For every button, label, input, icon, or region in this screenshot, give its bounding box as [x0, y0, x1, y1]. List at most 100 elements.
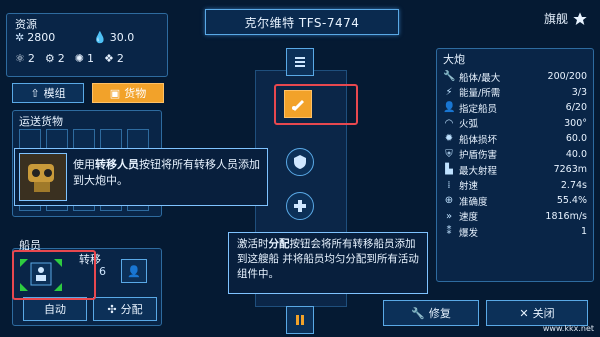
stat-row: ⛨ 护盾伤害 40.0 [437, 147, 593, 163]
credits-value: 2800 [27, 31, 56, 44]
assign-icon: ✣ [107, 302, 117, 316]
molecule-icon: ❖ [103, 52, 114, 65]
cannon-highlight [274, 84, 358, 125]
stat-label: 速度 [459, 212, 479, 224]
assign-label: 分配 [120, 303, 143, 316]
star-icon [573, 11, 587, 25]
resource-count-1: 2 [27, 52, 35, 65]
transfer-tooltip: 使用转移人员按钮将所有转移人员添加到大炮中。 [14, 148, 268, 206]
stat-row: ▙ 最大射程 7263m [437, 162, 593, 178]
stat-value: 60.0 [565, 133, 587, 145]
stat-value: 40.0 [565, 148, 587, 160]
stat-label: 最大射程 [459, 165, 498, 177]
stat-row: 👤 指定船员 6/20 [437, 100, 593, 116]
cannon-stats-panel: 大炮 🔧 船体/最大 200/200 ⚡ 能量/所需 3/3 👤 指定船员 6/20 ◠ 火弧… [436, 48, 594, 282]
box-icon: ▣ [109, 86, 121, 100]
module-top[interactable] [286, 48, 314, 76]
stat-value: 300° [564, 117, 587, 129]
watermark: www.kkx.net [542, 324, 594, 333]
module-shield[interactable] [286, 148, 314, 176]
repair-label: 修复 [428, 307, 451, 320]
auto-button[interactable]: 自动 [23, 297, 87, 321]
bolt-icon: ⚡ [445, 86, 453, 98]
stat-label: 船体损坏 [459, 134, 498, 146]
stack-icon [295, 57, 305, 67]
pause-icon [296, 315, 304, 325]
stat-label: 爆发 [459, 227, 479, 239]
fuel-value: 30.0 [109, 31, 135, 44]
stat-value: 55.4% [556, 195, 587, 207]
resource-count-4: 2 [116, 52, 124, 65]
module-medbay[interactable] [286, 192, 314, 220]
assign-button[interactable]: ✣ 分配 [93, 297, 157, 321]
close-button[interactable]: ✕ 关闭 [486, 300, 588, 326]
stat-label: 护盾伤害 [459, 150, 498, 162]
ship-title-text: 克尔维特 TFS-7474 [244, 15, 360, 30]
close-icon: ✕ [519, 306, 529, 320]
add-crew-button[interactable]: 👤 [121, 259, 147, 283]
stat-row: ✹ 船体损坏 60.0 [437, 131, 593, 147]
tip-transfer-prefix: 使用 [73, 158, 95, 171]
stat-value: 6/20 [565, 102, 587, 114]
range-icon: ▙ [445, 164, 453, 176]
burst-icon: ✹ [444, 133, 454, 145]
burst2-icon: ⁑ [446, 226, 452, 238]
orbit-icon: ✺ [74, 52, 84, 65]
robot-icon [28, 164, 54, 192]
transfer-highlight [12, 250, 96, 300]
tip-transfer-bold: 转移人员 [95, 158, 139, 171]
arc-icon: ◠ [444, 117, 454, 129]
tab-modules[interactable]: ⇧ 模组 [12, 83, 84, 103]
stat-label: 火弧 [459, 119, 479, 131]
fuel-icon: 💧 [93, 31, 107, 44]
credits-icon: ✲ [15, 31, 25, 44]
tip-assign-bold: 分配 [268, 238, 290, 250]
stat-label: 能量/所需 [459, 88, 501, 100]
stat-row: ⁑ 爆发 1 [437, 224, 593, 240]
stat-row: ◠ 火弧 300° [437, 116, 593, 132]
assign-tooltip: 激活时分配按钮会将所有转移船员添加到这艘船 并将船员均匀分配到所有活动组件中。 [228, 232, 428, 294]
ship-title: 克尔维特 TFS-7474 [205, 9, 399, 35]
resources-panel: 资源 ✲ 2800 💧 30.0 ⚛ 2 ⚙ 2 ✺ 1 ❖ 2 [6, 13, 168, 77]
stat-label: 射速 [459, 181, 479, 193]
stat-label: 船体/最大 [459, 72, 501, 84]
module-bottom[interactable] [286, 306, 314, 334]
robot-portrait [19, 153, 67, 201]
shield-module-icon [294, 155, 306, 169]
stat-value: 1816m/s [545, 210, 587, 222]
atom-icon: ⚛ [15, 52, 25, 65]
stat-row: ⊕ 准确度 55.4% [437, 193, 593, 209]
target-icon: ⊕ [444, 195, 454, 207]
stat-row: » 速度 1816m/s [437, 209, 593, 225]
stat-label: 指定船员 [459, 103, 498, 115]
gear-icon: ⚙ [44, 52, 55, 65]
repair-icon: 🔧 [411, 306, 425, 320]
stat-row: 🔧 船体/最大 200/200 [437, 69, 593, 85]
plus-icon [294, 200, 306, 212]
stat-row: ⚡ 能量/所需 3/3 [437, 85, 593, 101]
add-person-icon: 👤 [127, 264, 141, 278]
close-label: 关闭 [532, 307, 555, 320]
crew-transfer-digit: 6 [99, 265, 106, 278]
stat-row: ⁞ 射速 2.74s [437, 178, 593, 194]
speed-icon: » [445, 210, 453, 222]
tab-bar: ⇧ 模组 ▣ 货物 [12, 83, 164, 103]
stat-value: 7263m [553, 164, 587, 176]
stat-value: 2.74s [560, 179, 587, 191]
auto-label: 自动 [44, 303, 66, 316]
resources-label: 资源 [15, 18, 37, 31]
stat-value: 200/200 [547, 71, 587, 83]
tab-modules-label: 模组 [43, 87, 66, 100]
cargo-label: 运送货物 [19, 115, 63, 128]
tab-cargo[interactable]: ▣ 货物 [92, 83, 164, 103]
resource-count-3: 1 [86, 52, 94, 65]
stats-title: 大炮 [443, 53, 465, 66]
wrench-icon: 🔧 [443, 71, 456, 83]
flagship-label: 旗舰 [543, 12, 568, 26]
person-icon: 👤 [443, 102, 456, 114]
stat-value: 1 [580, 226, 587, 238]
stat-value: 3/3 [571, 86, 587, 98]
flagship-indicator[interactable]: 旗舰 [544, 10, 588, 27]
shield-icon: ⛨ [445, 148, 453, 160]
repair-button[interactable]: 🔧 修复 [383, 300, 479, 326]
